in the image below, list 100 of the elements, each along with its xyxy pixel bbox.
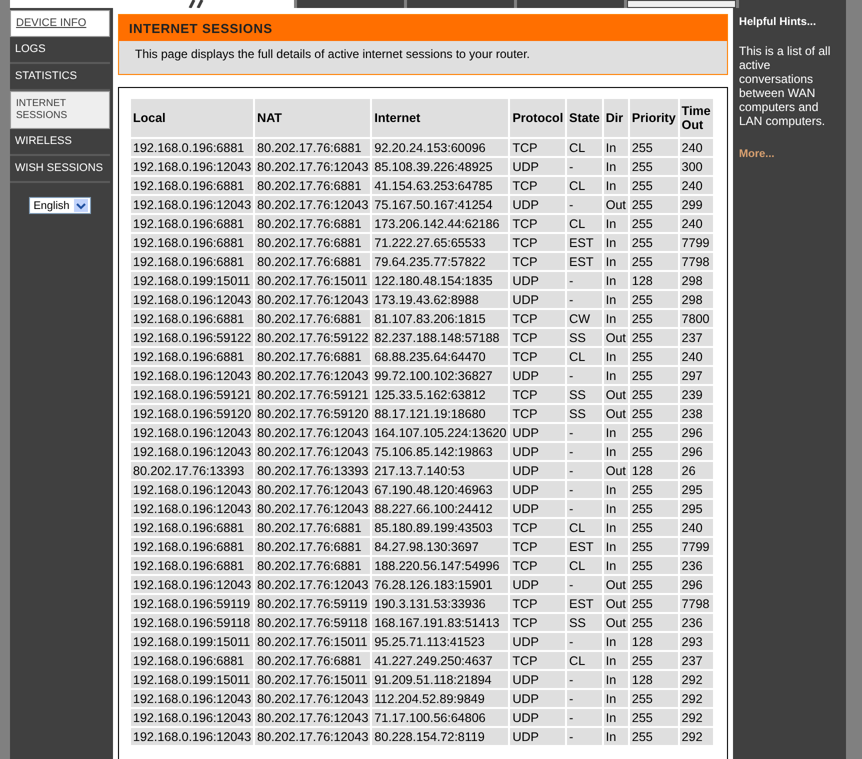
table-cell: 255: [630, 424, 678, 441]
table-cell: 76.28.126.183:15901: [372, 576, 508, 593]
more-link[interactable]: More...: [739, 148, 774, 160]
table-cell: -: [567, 690, 602, 707]
table-cell: 75.106.85.142:19863: [372, 443, 508, 460]
table-cell: 292: [680, 709, 713, 726]
hints-text: This is a list of all active conversations between WAN computers and LAN computers.: [739, 44, 832, 128]
table-cell: 192.168.0.199:15011: [131, 633, 254, 650]
table-cell: SS: [567, 614, 602, 631]
table-cell: 255: [630, 481, 678, 498]
table-cell: 188.220.56.147:54996: [372, 557, 508, 574]
table-cell: 217.13.7.140:53: [372, 462, 508, 479]
table-cell: 237: [680, 652, 713, 669]
table-cell: 80.228.154.72:8119: [372, 728, 508, 745]
dropdown-caret-icon: [74, 199, 88, 212]
table-cell: 80.202.17.76:6881: [255, 310, 370, 327]
table-cell: 255: [630, 538, 678, 555]
table-cell: In: [604, 519, 628, 536]
table-cell: 80.202.17.76:13393: [131, 462, 254, 479]
table-cell: 255: [630, 443, 678, 460]
table-cell: -: [567, 462, 602, 479]
table-cell: 80.202.17.76:12043: [255, 690, 370, 707]
table-cell: 255: [630, 310, 678, 327]
table-cell: UDP: [510, 690, 566, 707]
table-cell: 84.27.98.130:3697: [372, 538, 508, 555]
table-cell: Out: [604, 595, 628, 612]
table-cell: 192.168.0.196:12043: [131, 481, 254, 498]
table-cell: 255: [630, 519, 678, 536]
table-cell: 292: [680, 728, 713, 745]
table-cell: -: [567, 576, 602, 593]
table-cell: 192.168.0.196:6881: [131, 538, 254, 555]
table-cell: UDP: [510, 671, 566, 688]
table-cell: 80.202.17.76:12043: [255, 424, 370, 441]
sidebar-item[interactable]: INTERNET SESSIONS: [10, 91, 110, 129]
column-header: Time Out: [680, 99, 713, 137]
table-cell: TCP: [510, 519, 566, 536]
table-cell: 128: [630, 671, 678, 688]
table-cell: 255: [630, 595, 678, 612]
sidebar-item[interactable]: DEVICE INFO: [10, 10, 110, 37]
table-cell: TCP: [510, 139, 566, 156]
table-cell: 192.168.0.196:59121: [131, 386, 254, 403]
table-cell: 192.168.0.196:6881: [131, 253, 254, 270]
top-tab[interactable]: [627, 0, 736, 8]
table-cell: 240: [680, 177, 713, 194]
table-cell: 255: [630, 139, 678, 156]
table-cell: EST: [567, 538, 602, 555]
table-cell: 80.202.17.76:13393: [255, 462, 370, 479]
table-cell: 80.202.17.76:12043: [255, 576, 370, 593]
table-cell: 192.168.0.196:12043: [131, 709, 254, 726]
table-cell: 192.168.0.196:6881: [131, 557, 254, 574]
table-cell: 80.202.17.76:15011: [255, 671, 370, 688]
table-cell: TCP: [510, 253, 566, 270]
table-cell: 80.202.17.76:12043: [255, 367, 370, 384]
table-cell: 190.3.131.53:33936: [372, 595, 508, 612]
table-cell: In: [604, 234, 628, 251]
table-cell: 122.180.48.154:1835: [372, 272, 508, 289]
table-cell: In: [604, 538, 628, 555]
table-cell: 80.202.17.76:12043: [255, 728, 370, 745]
language-select[interactable]: English: [29, 197, 91, 214]
table-cell: 71.222.27.65:65533: [372, 234, 508, 251]
table-cell: 255: [630, 500, 678, 517]
table-cell: 292: [680, 671, 713, 688]
sidebar-item[interactable]: WISH SESSIONS: [10, 156, 110, 183]
table-cell: 192.168.0.196:12043: [131, 728, 254, 745]
table-cell: 7799: [680, 538, 713, 555]
table-cell: 255: [630, 614, 678, 631]
table-cell: 80.202.17.76:6881: [255, 177, 370, 194]
table-cell: 237: [680, 329, 713, 346]
table-cell: -: [567, 424, 602, 441]
table-cell: TCP: [510, 215, 566, 232]
table-cell: 80.202.17.76:59118: [255, 614, 370, 631]
table-cell: 71.17.100.56:64806: [372, 709, 508, 726]
table-cell: 192.168.0.196:6881: [131, 139, 254, 156]
table-cell: In: [604, 158, 628, 175]
table-cell: 80.202.17.76:6881: [255, 652, 370, 669]
table-cell: In: [604, 215, 628, 232]
table-cell: CL: [567, 652, 602, 669]
table-cell: -: [567, 671, 602, 688]
table-cell: In: [604, 348, 628, 365]
table-cell: 41.154.63.253:64785: [372, 177, 508, 194]
table-cell: In: [604, 652, 628, 669]
table-cell: 80.202.17.76:59120: [255, 405, 370, 422]
table-cell: 192.168.0.196:59118: [131, 614, 254, 631]
table-cell: 192.168.0.196:12043: [131, 443, 254, 460]
table-cell: 192.168.0.196:59119: [131, 595, 254, 612]
sidebar-item[interactable]: LOGS: [10, 37, 110, 64]
column-header: Priority: [630, 99, 678, 137]
table-cell: 255: [630, 177, 678, 194]
table-cell: In: [604, 139, 628, 156]
table-cell: 80.202.17.76:6881: [255, 215, 370, 232]
table-cell: TCP: [510, 538, 566, 555]
table-cell: 80.202.17.76:15011: [255, 633, 370, 650]
table-cell: 80.202.17.76:12043: [255, 500, 370, 517]
table-cell: UDP: [510, 367, 566, 384]
column-header: Protocol: [510, 99, 566, 137]
sidebar-item[interactable]: WIRELESS: [10, 129, 110, 156]
table-cell: TCP: [510, 329, 566, 346]
table-cell: 255: [630, 709, 678, 726]
table-cell: 192.168.0.196:59120: [131, 405, 254, 422]
table-cell: 192.168.0.196:12043: [131, 500, 254, 517]
